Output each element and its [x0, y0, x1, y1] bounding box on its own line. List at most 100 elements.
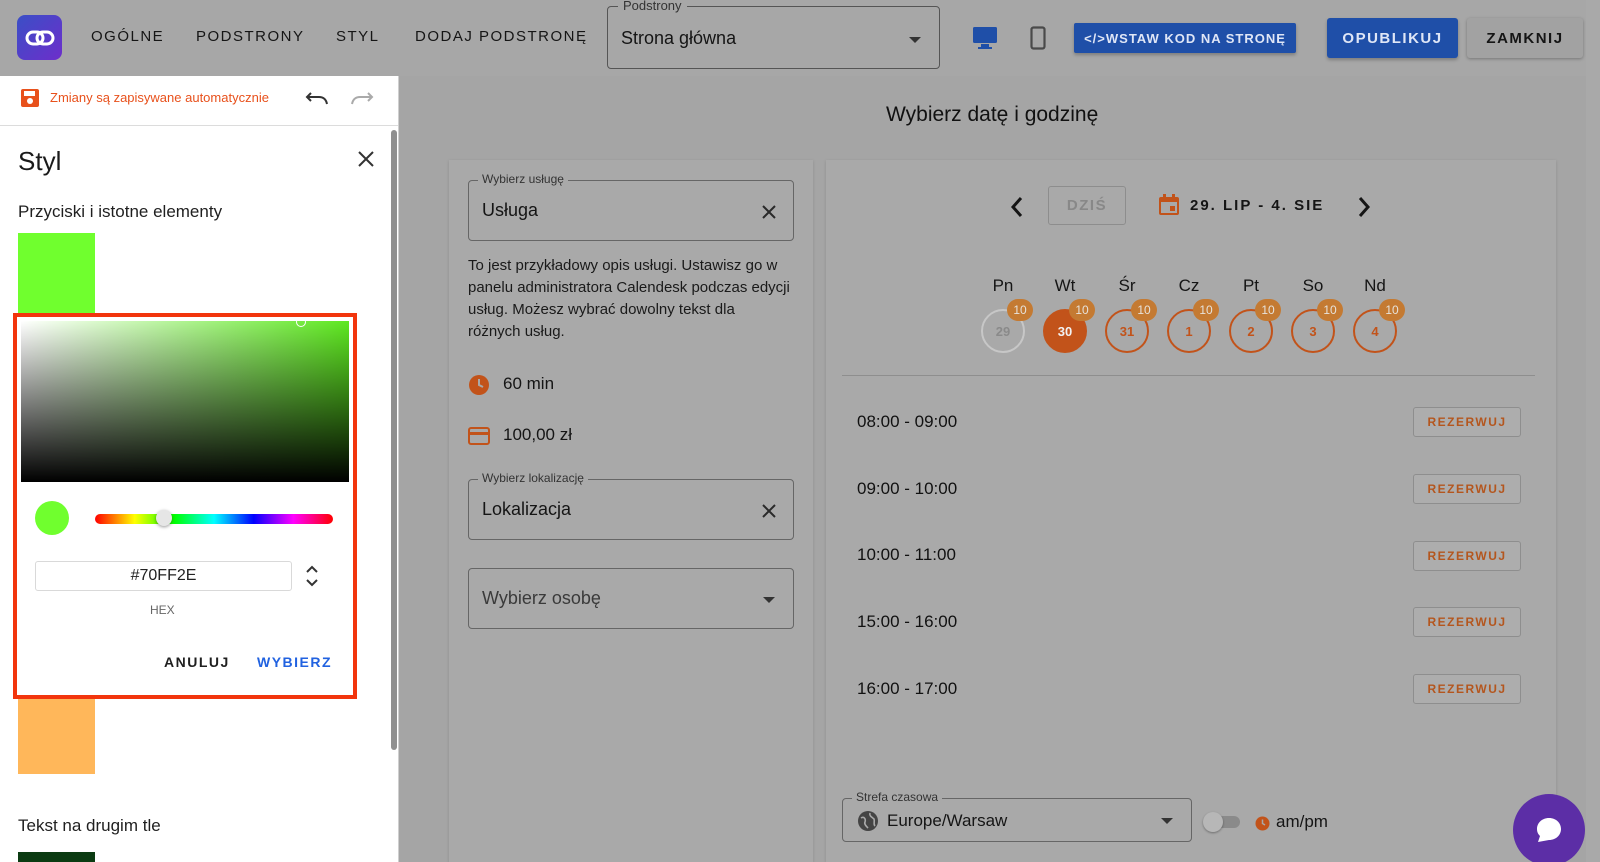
close-icon[interactable] [761, 503, 777, 519]
availability-badge: 10 [1131, 299, 1157, 321]
desktop-view-button[interactable] [972, 26, 998, 55]
timezone-value: Europe/Warsaw [887, 811, 1008, 830]
undo-icon[interactable] [305, 90, 329, 106]
duration-row: 60 min [468, 374, 554, 401]
service-select[interactable]: Wybierz usługę Usługa [468, 172, 794, 241]
nav-style[interactable]: STYL [336, 28, 380, 45]
section-label-text-bg: Tekst na drugim tle [18, 816, 161, 835]
globe-icon [858, 811, 878, 831]
page-scrollbar[interactable] [1586, 0, 1600, 862]
subpages-select[interactable]: Podstrony Strona główna [607, 0, 940, 69]
location-select-label: Wybierz lokalizację [478, 471, 588, 485]
availability-badge: 10 [1317, 299, 1343, 321]
secondary-color-swatch[interactable] [18, 696, 95, 774]
service-select-value: Usługa [482, 200, 539, 220]
availability-badge: 10 [1379, 299, 1405, 321]
saturation-value-area[interactable] [21, 317, 349, 482]
book-button[interactable]: REZERWUJ [1413, 674, 1521, 704]
slot-time: 15:00 - 16:00 [857, 612, 958, 631]
chevron-right-icon[interactable] [1357, 196, 1371, 218]
location-select-value: Lokalizacja [482, 499, 572, 519]
book-button[interactable]: REZERWUJ [1413, 607, 1521, 637]
chat-icon [1537, 818, 1561, 842]
saturation-handle[interactable] [296, 317, 306, 327]
color-picker-dialog: #70FF2E HEX ANULUJ WYBIERZ [13, 313, 357, 699]
color-preview [35, 501, 69, 535]
availability-badge: 10 [1255, 299, 1281, 321]
select-button[interactable]: WYBIERZ [257, 654, 332, 670]
close-editor-button[interactable]: ZAMKNIJ [1467, 18, 1583, 58]
section-label-buttons: Przyciski i istotne elementy [18, 202, 223, 221]
mobile-view-button[interactable] [1030, 26, 1046, 55]
chevron-down-icon [909, 37, 921, 43]
unfold-icon[interactable] [305, 563, 319, 589]
day-label-thu: Cz [1178, 276, 1200, 295]
subpages-select-value: Strona główna [621, 28, 737, 48]
ampm-toggle-knob[interactable] [1203, 812, 1223, 832]
panel-scrollbar[interactable] [391, 130, 397, 750]
price-row: 100,00 zł [468, 425, 572, 450]
cancel-button[interactable]: ANULUJ [164, 654, 230, 670]
person-select[interactable]: Wybierz osobę [468, 568, 794, 629]
book-button[interactable]: REZERWUJ [1413, 541, 1521, 571]
close-icon[interactable] [761, 204, 777, 220]
calendar-divider [842, 375, 1535, 376]
service-description: To jest przykładowy opis usługi. Ustawis… [468, 257, 790, 340]
publish-button[interactable]: OPUBLIKUJ [1327, 18, 1458, 58]
hue-slider[interactable] [95, 514, 333, 524]
availability-badge: 10 [1193, 299, 1219, 321]
desktop-icon [973, 27, 997, 49]
panel-title: Styl [18, 146, 62, 176]
slot-time: 08:00 - 09:00 [857, 412, 958, 431]
timezone-select-label: Strefa czasowa [852, 790, 943, 804]
clock-icon [469, 375, 489, 395]
price-value: 100,00 zł [503, 425, 572, 444]
slot-time: 16:00 - 17:00 [857, 679, 958, 698]
day-label-sat: So [1302, 276, 1324, 295]
link-logo-icon [25, 30, 54, 45]
location-select[interactable]: Wybierz lokalizację Lokalizacja [468, 471, 794, 540]
service-select-label: Wybierz usługę [478, 172, 568, 186]
day-label-fri: Pt [1242, 276, 1260, 295]
slot-time: 10:00 - 11:00 [857, 545, 956, 564]
slot-time: 09:00 - 10:00 [857, 479, 958, 498]
day-label-tue: Wt [1054, 276, 1076, 295]
date-range: 29. LIP - 4. SIE [1190, 197, 1325, 214]
chevron-down-icon [763, 597, 775, 603]
page-title: Wybierz datę i godzinę [886, 103, 1099, 126]
redo-icon[interactable] [350, 90, 374, 106]
ampm-label: am/pm [1276, 812, 1328, 831]
panel-divider [398, 76, 399, 862]
duration-value: 60 min [503, 374, 555, 393]
text-bg-color-swatch[interactable] [18, 852, 95, 862]
person-select-placeholder: Wybierz osobę [482, 588, 601, 608]
nav-subpages[interactable]: PODSTRONY [196, 28, 305, 45]
chevron-left-icon[interactable] [1010, 196, 1024, 218]
chevron-down-icon [1161, 818, 1173, 824]
primary-color-swatch[interactable] [18, 233, 95, 313]
nav-add-subpage[interactable]: DODAJ PODSTRONĘ [415, 28, 588, 45]
credit-card-icon [468, 427, 490, 445]
calendar-card [826, 160, 1556, 862]
book-button[interactable]: REZERWUJ [1413, 474, 1521, 504]
clock-icon [1255, 816, 1270, 831]
close-icon[interactable] [357, 150, 375, 168]
hue-slider-handle[interactable] [156, 510, 172, 526]
book-button[interactable]: REZERWUJ [1413, 407, 1521, 437]
autosave-text: Zmiany są zapisywane automatycznie [50, 90, 269, 105]
smartphone-icon [1030, 26, 1046, 50]
availability-badge: 10 [1007, 299, 1033, 321]
today-button[interactable]: DZIŚ [1048, 186, 1126, 225]
embed-code-button[interactable]: </>WSTAW KOD NA STRONĘ [1074, 23, 1296, 53]
chat-launcher[interactable] [1513, 794, 1585, 862]
top-bar: OGÓLNE PODSTRONY STYL DODAJ PODSTRONĘ Po… [0, 0, 1600, 76]
day-label-wed: Śr [1118, 276, 1136, 295]
hex-input[interactable]: #70FF2E [35, 561, 292, 591]
calendar-icon[interactable] [1158, 194, 1180, 216]
app-logo[interactable] [17, 15, 62, 60]
timezone-select[interactable]: Strefa czasowa Europe/Warsaw [842, 790, 1192, 842]
nav-general[interactable]: OGÓLNE [91, 28, 164, 45]
day-label-sun: Nd [1364, 276, 1386, 295]
subpages-select-label: Podstrony [618, 0, 687, 13]
autosave-row: Zmiany są zapisywane automatycznie [0, 76, 398, 126]
